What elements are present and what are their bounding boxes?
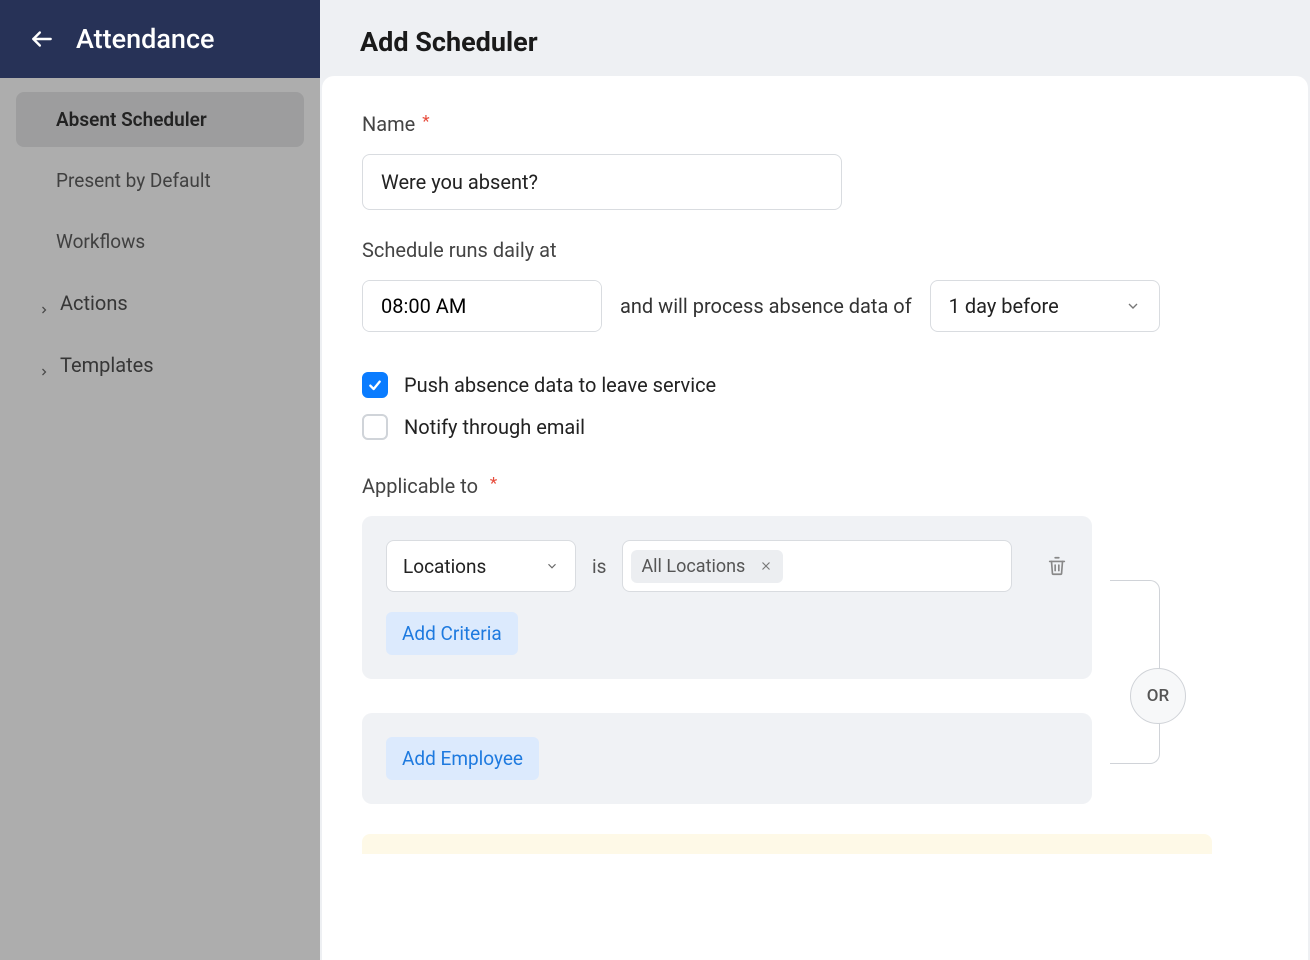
sidebar-item-label: Absent Scheduler — [56, 108, 207, 131]
sidebar-item-absent-scheduler[interactable]: Absent Scheduler — [16, 92, 304, 147]
sidebar-header: Attendance — [0, 0, 320, 78]
main: Add Scheduler Name * Schedule runs daily… — [320, 0, 1310, 960]
push-label: Push absence data to leave service — [404, 373, 716, 397]
schedule-label: Schedule runs daily at — [362, 238, 1268, 262]
label-text: Name — [362, 112, 415, 136]
criteria-field-select[interactable]: Locations — [386, 540, 576, 592]
applicable-wrap: Locations is All Locations — [362, 516, 1192, 804]
page-title: Add Scheduler — [360, 26, 1270, 58]
chevron-right-icon — [38, 297, 50, 309]
required-asterisk: * — [490, 474, 497, 494]
checkbox-row-push: Push absence data to leave service — [362, 372, 1268, 398]
applicable-label: Applicable to * — [362, 474, 1268, 498]
name-label: Name * — [362, 112, 1268, 136]
or-connector: OR — [1112, 580, 1192, 764]
required-asterisk: * — [422, 112, 429, 132]
form-group-schedule: Schedule runs daily at and will process … — [362, 238, 1268, 332]
form-card: Name * Schedule runs daily at — [322, 76, 1308, 960]
tag-label: All Locations — [641, 556, 745, 577]
criteria-value-input[interactable]: All Locations — [622, 540, 1012, 592]
schedule-row: and will process absence data of 1 day b… — [362, 280, 1268, 332]
hint-strip — [362, 834, 1212, 854]
tag-remove-button[interactable] — [759, 559, 773, 573]
sidebar-item-workflows[interactable]: Workflows — [16, 214, 304, 269]
form-group-name: Name * — [362, 112, 1268, 210]
sidebar-nav: Absent Scheduler Present by Default Work… — [0, 78, 320, 413]
criteria-row: Locations is All Locations — [386, 540, 1068, 592]
sidebar-item-templates[interactable]: Templates — [16, 337, 304, 393]
sidebar-item-present-by-default[interactable]: Present by Default — [16, 153, 304, 208]
sidebar-item-actions[interactable]: Actions — [16, 275, 304, 331]
sidebar-item-label: Templates — [60, 353, 154, 377]
form-group-checkboxes: Push absence data to leave service Notif… — [362, 372, 1268, 440]
select-value: Locations — [403, 555, 486, 578]
chevron-right-icon — [38, 359, 50, 371]
inline-text: and will process absence data of — [620, 294, 912, 318]
or-badge: OR — [1130, 668, 1186, 724]
time-input-wrap — [362, 280, 602, 332]
select-value: 1 day before — [949, 294, 1059, 318]
close-icon — [759, 559, 773, 573]
check-icon — [367, 377, 383, 393]
delete-criteria-button[interactable] — [1046, 555, 1068, 577]
name-input[interactable] — [362, 154, 842, 210]
is-text: is — [592, 555, 606, 578]
notify-label: Notify through email — [404, 415, 585, 439]
chevron-down-icon — [545, 559, 559, 573]
trash-icon — [1046, 555, 1068, 577]
page-header: Add Scheduler — [320, 0, 1310, 76]
day-select[interactable]: 1 day before — [930, 280, 1160, 332]
back-icon[interactable] — [28, 25, 56, 53]
employee-box: Add Employee — [362, 713, 1092, 804]
time-input[interactable] — [363, 281, 602, 331]
sidebar-title: Attendance — [76, 23, 215, 55]
chevron-down-icon — [1125, 298, 1141, 314]
criteria-box: Locations is All Locations — [362, 516, 1092, 679]
sidebar-item-label: Present by Default — [56, 169, 211, 192]
add-employee-button[interactable]: Add Employee — [386, 737, 539, 780]
label-text: Applicable to — [362, 474, 478, 498]
sidebar-item-label: Actions — [60, 291, 128, 315]
notify-checkbox[interactable] — [362, 414, 388, 440]
add-criteria-button[interactable]: Add Criteria — [386, 612, 518, 655]
form-group-applicable: Applicable to * Locations is All Locatio… — [362, 474, 1268, 854]
tag-all-locations: All Locations — [631, 550, 783, 583]
sidebar-item-label: Workflows — [56, 230, 145, 253]
push-checkbox[interactable] — [362, 372, 388, 398]
sidebar: Attendance Absent Scheduler Present by D… — [0, 0, 320, 960]
checkbox-row-notify: Notify through email — [362, 414, 1268, 440]
